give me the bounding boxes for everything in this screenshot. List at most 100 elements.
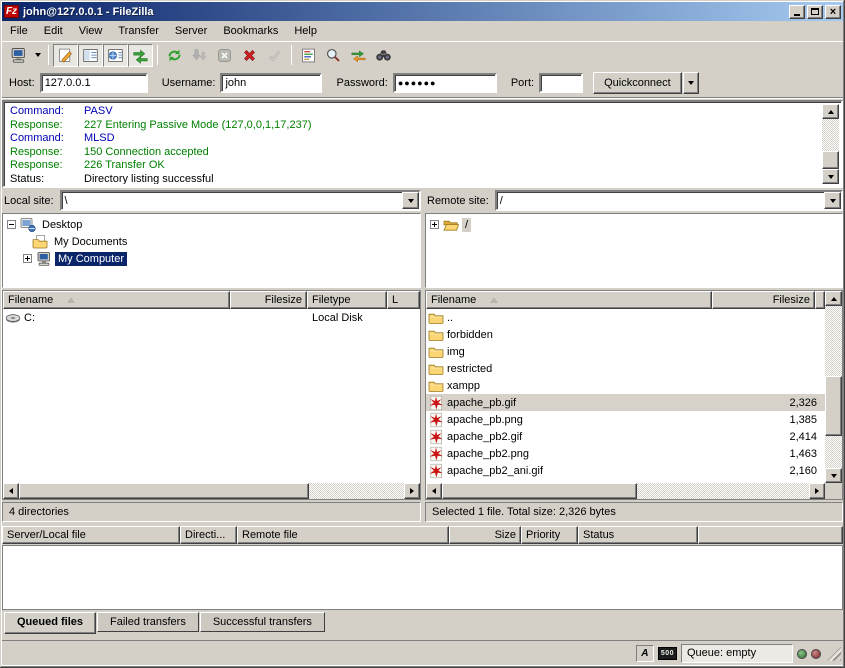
remote-file-rows: .. forbidden img restricted xampp apache…	[426, 309, 825, 483]
quickconnect-button[interactable]: Quickconnect	[593, 72, 682, 94]
quickconnect-dropdown-button[interactable]	[683, 72, 699, 94]
toggle-message-log-button[interactable]	[53, 44, 78, 67]
site-manager-dropdown-button[interactable]	[31, 44, 44, 67]
file-row-selected[interactable]: apache_pb.gif2,326	[426, 394, 825, 411]
scroll-left-button[interactable]	[3, 483, 19, 499]
menu-bookmarks[interactable]: Bookmarks	[215, 22, 286, 40]
local-site-combo[interactable]: \	[60, 190, 421, 211]
toggle-transfer-queue-button[interactable]	[128, 44, 153, 67]
folder-icon	[428, 310, 444, 326]
column-header-remote-file[interactable]: Remote file	[237, 526, 449, 544]
scrollbar-thumb[interactable]	[822, 151, 839, 169]
menu-file[interactable]: File	[2, 22, 36, 40]
refresh-button[interactable]	[162, 44, 187, 67]
remote-site-dropdown-button[interactable]	[824, 192, 841, 209]
resize-grip-icon[interactable]	[827, 647, 841, 661]
column-header-filesize[interactable]: Filesize	[712, 291, 815, 309]
column-header-filetype[interactable]: Filetype	[307, 291, 387, 309]
cancel-operation-button[interactable]	[212, 44, 237, 67]
scroll-up-button[interactable]	[825, 291, 842, 306]
file-row[interactable]: forbidden	[426, 326, 825, 343]
desktop-icon	[20, 217, 36, 233]
maximize-button[interactable]	[807, 5, 823, 19]
scrollbar-thumb[interactable]	[19, 483, 309, 499]
close-button[interactable]: ×	[825, 5, 841, 19]
file-row[interactable]: apache_pb2_ani.gif2,160	[426, 462, 825, 479]
remote-vertical-scrollbar[interactable]	[825, 291, 842, 483]
file-row[interactable]: apache_pb2.png1,463	[426, 445, 825, 462]
sort-ascending-icon	[67, 297, 75, 303]
menu-server[interactable]: Server	[167, 22, 215, 40]
find-files-button[interactable]	[371, 44, 396, 67]
process-queue-button[interactable]	[187, 44, 212, 67]
tab-successful-transfers[interactable]: Successful transfers	[200, 612, 325, 632]
expand-icon[interactable]	[23, 254, 32, 263]
username-input[interactable]	[220, 73, 322, 93]
file-row[interactable]: restricted	[426, 360, 825, 377]
directory-comparison-button[interactable]	[321, 44, 346, 67]
scroll-right-button[interactable]	[404, 483, 420, 499]
chevron-down-icon	[688, 81, 694, 85]
column-header-server-local-file[interactable]: Server/Local file	[2, 526, 180, 544]
column-header-priority[interactable]: Priority	[521, 526, 578, 544]
file-row-local-disk[interactable]: C: Local Disk	[3, 309, 420, 326]
my-documents-icon	[32, 234, 48, 250]
reconnect-button[interactable]	[262, 44, 287, 67]
menu-help[interactable]: Help	[286, 22, 325, 40]
directory-listing-filters-button[interactable]	[296, 44, 321, 67]
tree-item-my-documents[interactable]: My Documents	[5, 233, 420, 250]
tree-item-root[interactable]: /	[428, 216, 842, 233]
scroll-right-button[interactable]	[809, 483, 825, 499]
tree-item-desktop[interactable]: Desktop	[5, 216, 420, 233]
password-input[interactable]	[393, 73, 497, 93]
column-header-last-modified[interactable]: L	[387, 291, 420, 309]
remote-site-combo[interactable]: /	[495, 190, 843, 211]
host-input[interactable]	[40, 73, 148, 93]
port-label: Port:	[511, 77, 534, 89]
scrollbar-thumb[interactable]	[825, 376, 842, 436]
scroll-down-button[interactable]	[825, 468, 842, 483]
file-row[interactable]: apache_pb.png1,385	[426, 411, 825, 428]
synchronized-browsing-button[interactable]	[346, 44, 371, 67]
file-row[interactable]: apache_pb2.gif2,414	[426, 428, 825, 445]
remote-file-list: Filename Filesize .. forbidden img restr…	[425, 290, 843, 500]
sort-ascending-icon	[490, 297, 498, 303]
tab-queued-files[interactable]: Queued files	[4, 612, 96, 634]
arrow-down-icon	[831, 474, 837, 478]
toggle-local-tree-button[interactable]	[78, 44, 103, 67]
arrow-up-icon	[831, 297, 837, 301]
file-row[interactable]: xampp	[426, 377, 825, 394]
tree-item-my-computer[interactable]: My Computer	[5, 250, 420, 267]
column-header-direction[interactable]: Directi...	[180, 526, 237, 544]
remote-horizontal-scrollbar[interactable]	[426, 483, 825, 499]
local-horizontal-scrollbar[interactable]	[3, 483, 420, 499]
scrollbar-thumb[interactable]	[442, 483, 637, 499]
scroll-up-button[interactable]	[822, 104, 839, 119]
site-manager-button[interactable]	[6, 44, 31, 67]
local-site-dropdown-button[interactable]	[402, 192, 419, 209]
expand-icon[interactable]	[430, 220, 439, 229]
column-header-filename[interactable]: Filename	[426, 291, 712, 309]
column-header-filename[interactable]: Filename	[3, 291, 230, 309]
title-bar[interactable]: Fz john@127.0.0.1 - FileZilla ×	[2, 2, 843, 21]
tab-failed-transfers[interactable]: Failed transfers	[97, 612, 199, 632]
file-row[interactable]: ..	[426, 309, 825, 326]
menu-edit[interactable]: Edit	[36, 22, 71, 40]
minimize-button[interactable]	[789, 5, 805, 19]
collapse-icon[interactable]	[7, 220, 16, 229]
log-line: Response:227 Entering Passive Mode (127,…	[10, 119, 822, 133]
menu-transfer[interactable]: Transfer	[110, 22, 167, 40]
file-row[interactable]: img	[426, 343, 825, 360]
port-input[interactable]	[539, 73, 583, 93]
column-header-filesize[interactable]: Filesize	[230, 291, 307, 309]
disconnect-button[interactable]	[237, 44, 262, 67]
column-header-status[interactable]: Status	[578, 526, 698, 544]
toggle-remote-tree-button[interactable]	[103, 44, 128, 67]
scroll-down-button[interactable]	[822, 169, 839, 184]
transfer-queue-list[interactable]	[2, 545, 843, 610]
log-vertical-scrollbar[interactable]	[822, 104, 839, 184]
column-header-size[interactable]: Size	[449, 526, 521, 544]
scroll-left-button[interactable]	[426, 483, 442, 499]
menu-view[interactable]: View	[71, 22, 111, 40]
host-label: Host:	[9, 77, 35, 89]
